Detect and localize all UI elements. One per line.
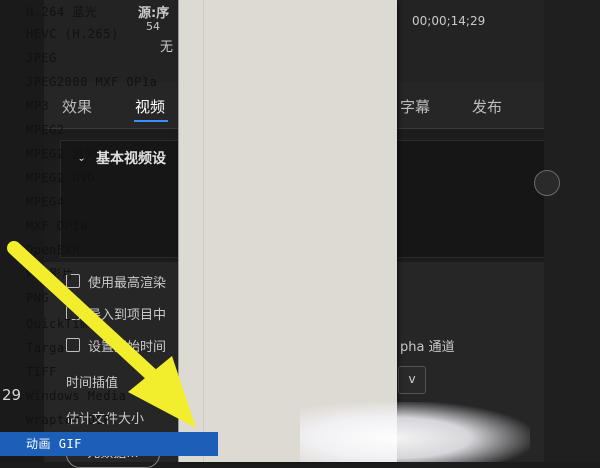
annotation-arrow-icon — [7, 241, 196, 428]
